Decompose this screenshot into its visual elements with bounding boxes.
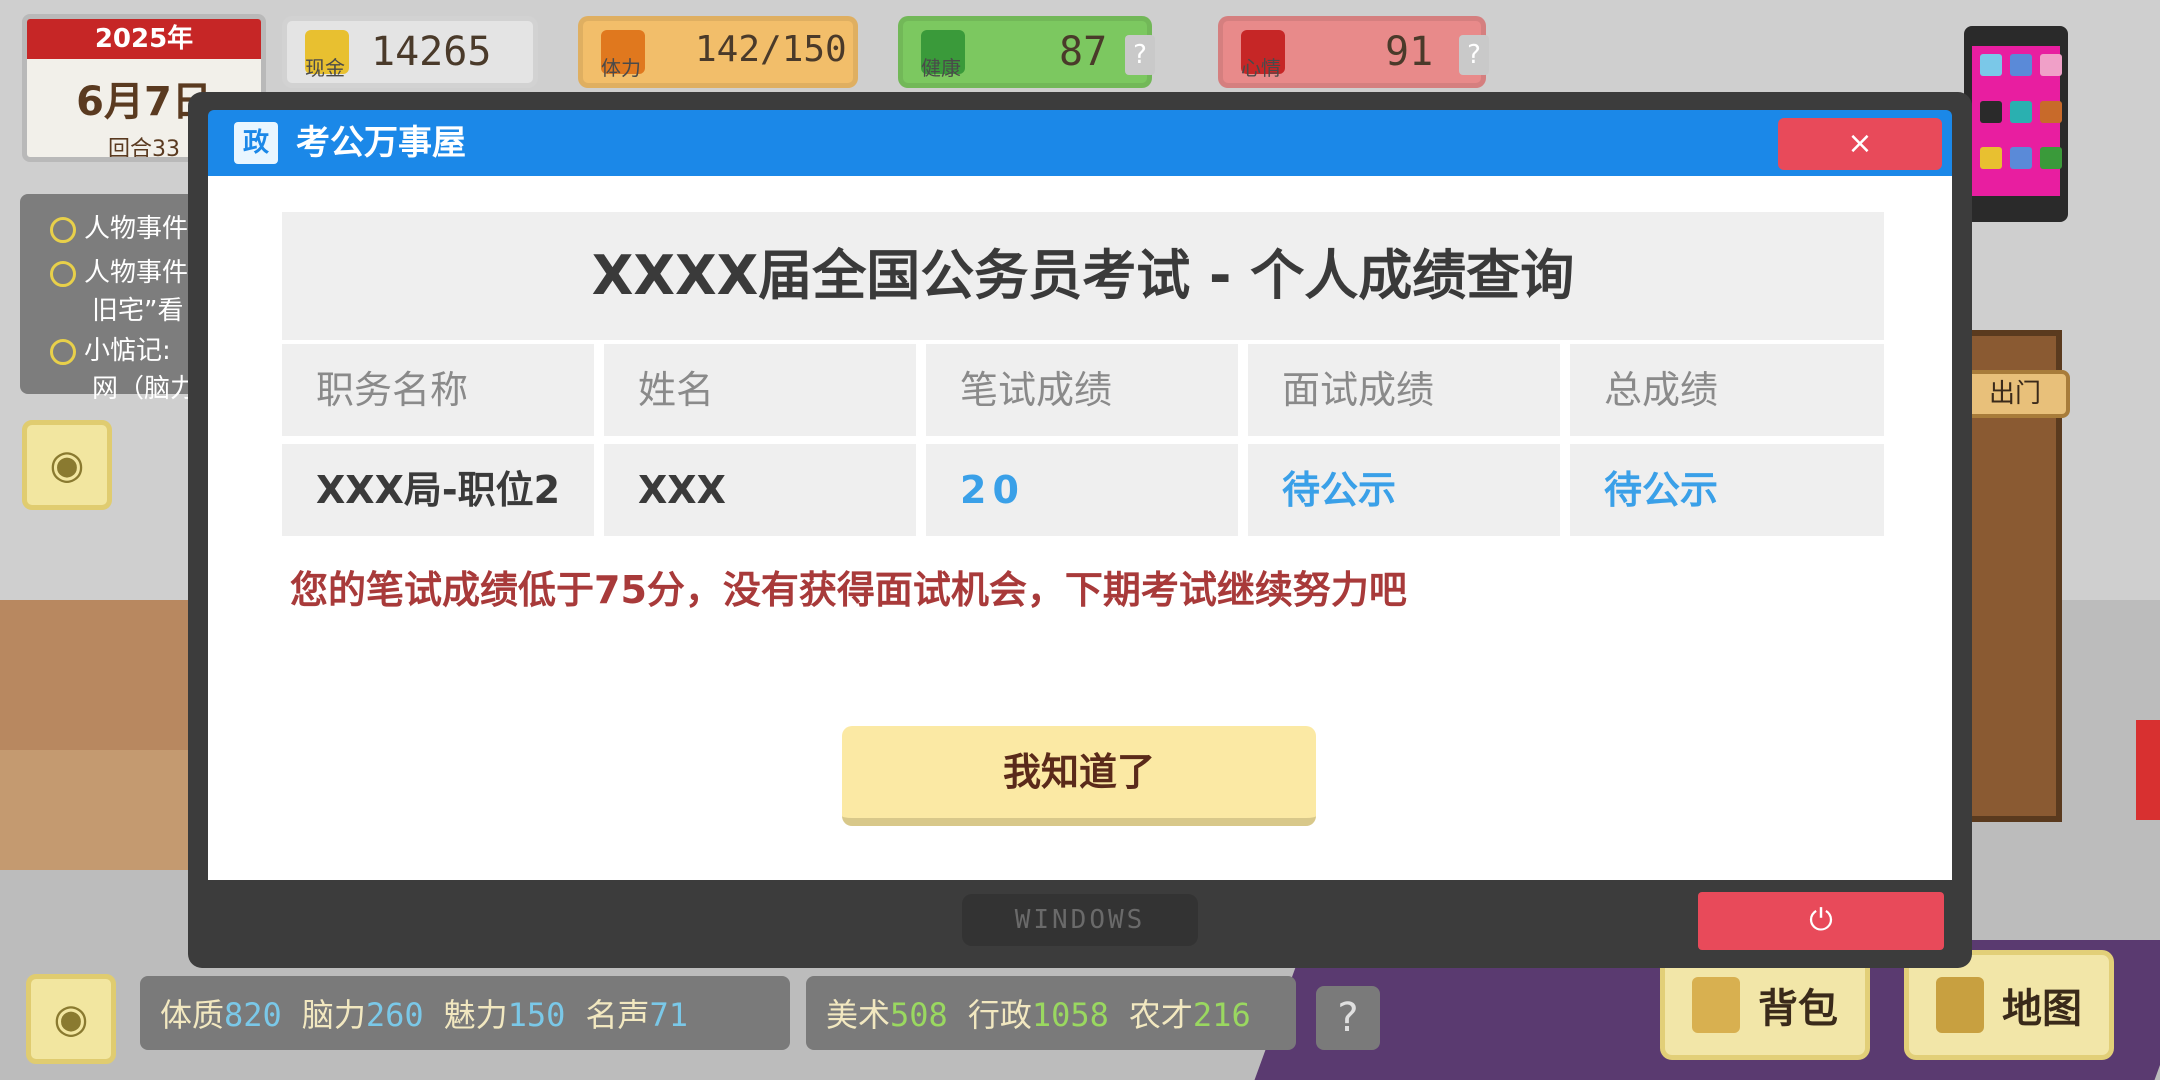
view-toggle-button[interactable]: ◉: [22, 420, 112, 510]
circle-icon: [50, 216, 76, 243]
quest-item[interactable]: 小惦记:: [50, 330, 171, 367]
attr-reputation: 名声71: [585, 996, 688, 1034]
stamina-label: 体力: [601, 56, 641, 80]
eye-icon: ◉: [49, 442, 85, 488]
eye-icon: ◉: [53, 996, 89, 1042]
circle-icon: [50, 260, 76, 287]
date-year: 2025年: [27, 19, 261, 59]
table-header-interview: 面试成绩: [1248, 344, 1560, 436]
window-logo-icon: 政: [234, 122, 278, 164]
exam-title: XXXX届全国公务员考试 - 个人成绩查询: [591, 244, 1575, 307]
window-title: 考公万事屋: [296, 123, 466, 163]
attr-charm: 魅力150: [443, 996, 566, 1034]
attr-admin: 行政1058: [967, 996, 1109, 1034]
cash-value: 14265: [371, 29, 492, 75]
attribute-help-button[interactable]: ?: [1316, 986, 1380, 1050]
table-header-total: 总成绩: [1570, 344, 1884, 436]
table-cell-interview-score: 待公示: [1248, 444, 1560, 536]
table-cell-name: XXX: [604, 444, 916, 536]
quest-item-continued: 旧宅”看: [92, 296, 184, 326]
hide-ui-button[interactable]: ◉: [26, 974, 116, 1064]
bag-label: 背包: [1758, 986, 1838, 1032]
mood-label: 心情: [1241, 56, 1281, 80]
power-button[interactable]: ⏻: [1698, 892, 1944, 950]
app-icon: [2010, 147, 2032, 170]
table-header-written: 笔试成绩: [926, 344, 1238, 436]
attr-intellect: 脑力260: [301, 996, 424, 1034]
quest-item[interactable]: 人物事件: [50, 208, 188, 245]
health-help-button[interactable]: ?: [1125, 35, 1155, 75]
health-label: 健康: [921, 56, 961, 80]
window-title-bar[interactable]: [208, 110, 1952, 176]
stamina-value: 142/150: [695, 29, 847, 70]
stamina-stat: 体力 142/150: [578, 16, 858, 88]
attr-art: 美术508: [826, 996, 948, 1034]
table-prop: [0, 750, 200, 870]
health-value: 87: [1059, 29, 1108, 75]
quest-item-continued: 网（脑力: [92, 374, 197, 404]
attr-constitution: 体质820: [160, 996, 282, 1034]
acknowledge-button[interactable]: 我知道了: [842, 726, 1316, 826]
quest-item[interactable]: 人物事件: [50, 252, 188, 289]
bag-icon: [1692, 977, 1740, 1033]
app-icon: [2040, 54, 2062, 76]
attr-farming: 农才216: [1128, 996, 1251, 1034]
mood-stat: 心情 91 ?: [1218, 16, 1489, 88]
app-icon: [2010, 54, 2032, 76]
table-cell-written-score: 20: [926, 444, 1238, 536]
app-icon: [1980, 147, 2002, 170]
table-header-name: 姓名: [604, 344, 916, 436]
phone-button[interactable]: [1964, 26, 2068, 222]
fire-extinguisher: [2136, 720, 2160, 820]
health-stat: 健康 87 ?: [898, 16, 1155, 88]
app-icon: [2040, 100, 2062, 123]
table-cell-total-score: 待公示: [1570, 444, 1884, 536]
map-icon: [1936, 977, 1984, 1033]
table-header-position: 职务名称: [282, 344, 594, 436]
app-icon: [2040, 147, 2062, 170]
app-icon: [2010, 100, 2032, 123]
cash-label: 现金: [305, 56, 345, 80]
mood-value: 91: [1385, 29, 1434, 75]
app-icon: [1980, 54, 2002, 76]
mood-help-button[interactable]: ?: [1459, 35, 1489, 75]
close-button[interactable]: ×: [1778, 118, 1942, 170]
attribute-bar-basic: 体质820 脑力260 魅力150 名声71: [140, 976, 790, 1050]
map-label: 地图: [2002, 986, 2082, 1032]
exit-sign[interactable]: 出门: [1960, 370, 2070, 418]
cash-stat: 现金 14265: [282, 16, 538, 88]
app-icon: [1980, 100, 2002, 123]
phone-screen: [1972, 46, 2062, 196]
result-notice: 您的笔试成绩低于75分，没有获得面试机会，下期考试继续努力吧: [290, 568, 1407, 612]
windows-taskbar-label: WINDOWS: [962, 894, 1198, 946]
attribute-bar-skills: 美术508 行政1058 农才216: [806, 976, 1296, 1050]
circle-icon: [50, 338, 76, 365]
table-cell-position: XXX局-职位2: [282, 444, 594, 536]
